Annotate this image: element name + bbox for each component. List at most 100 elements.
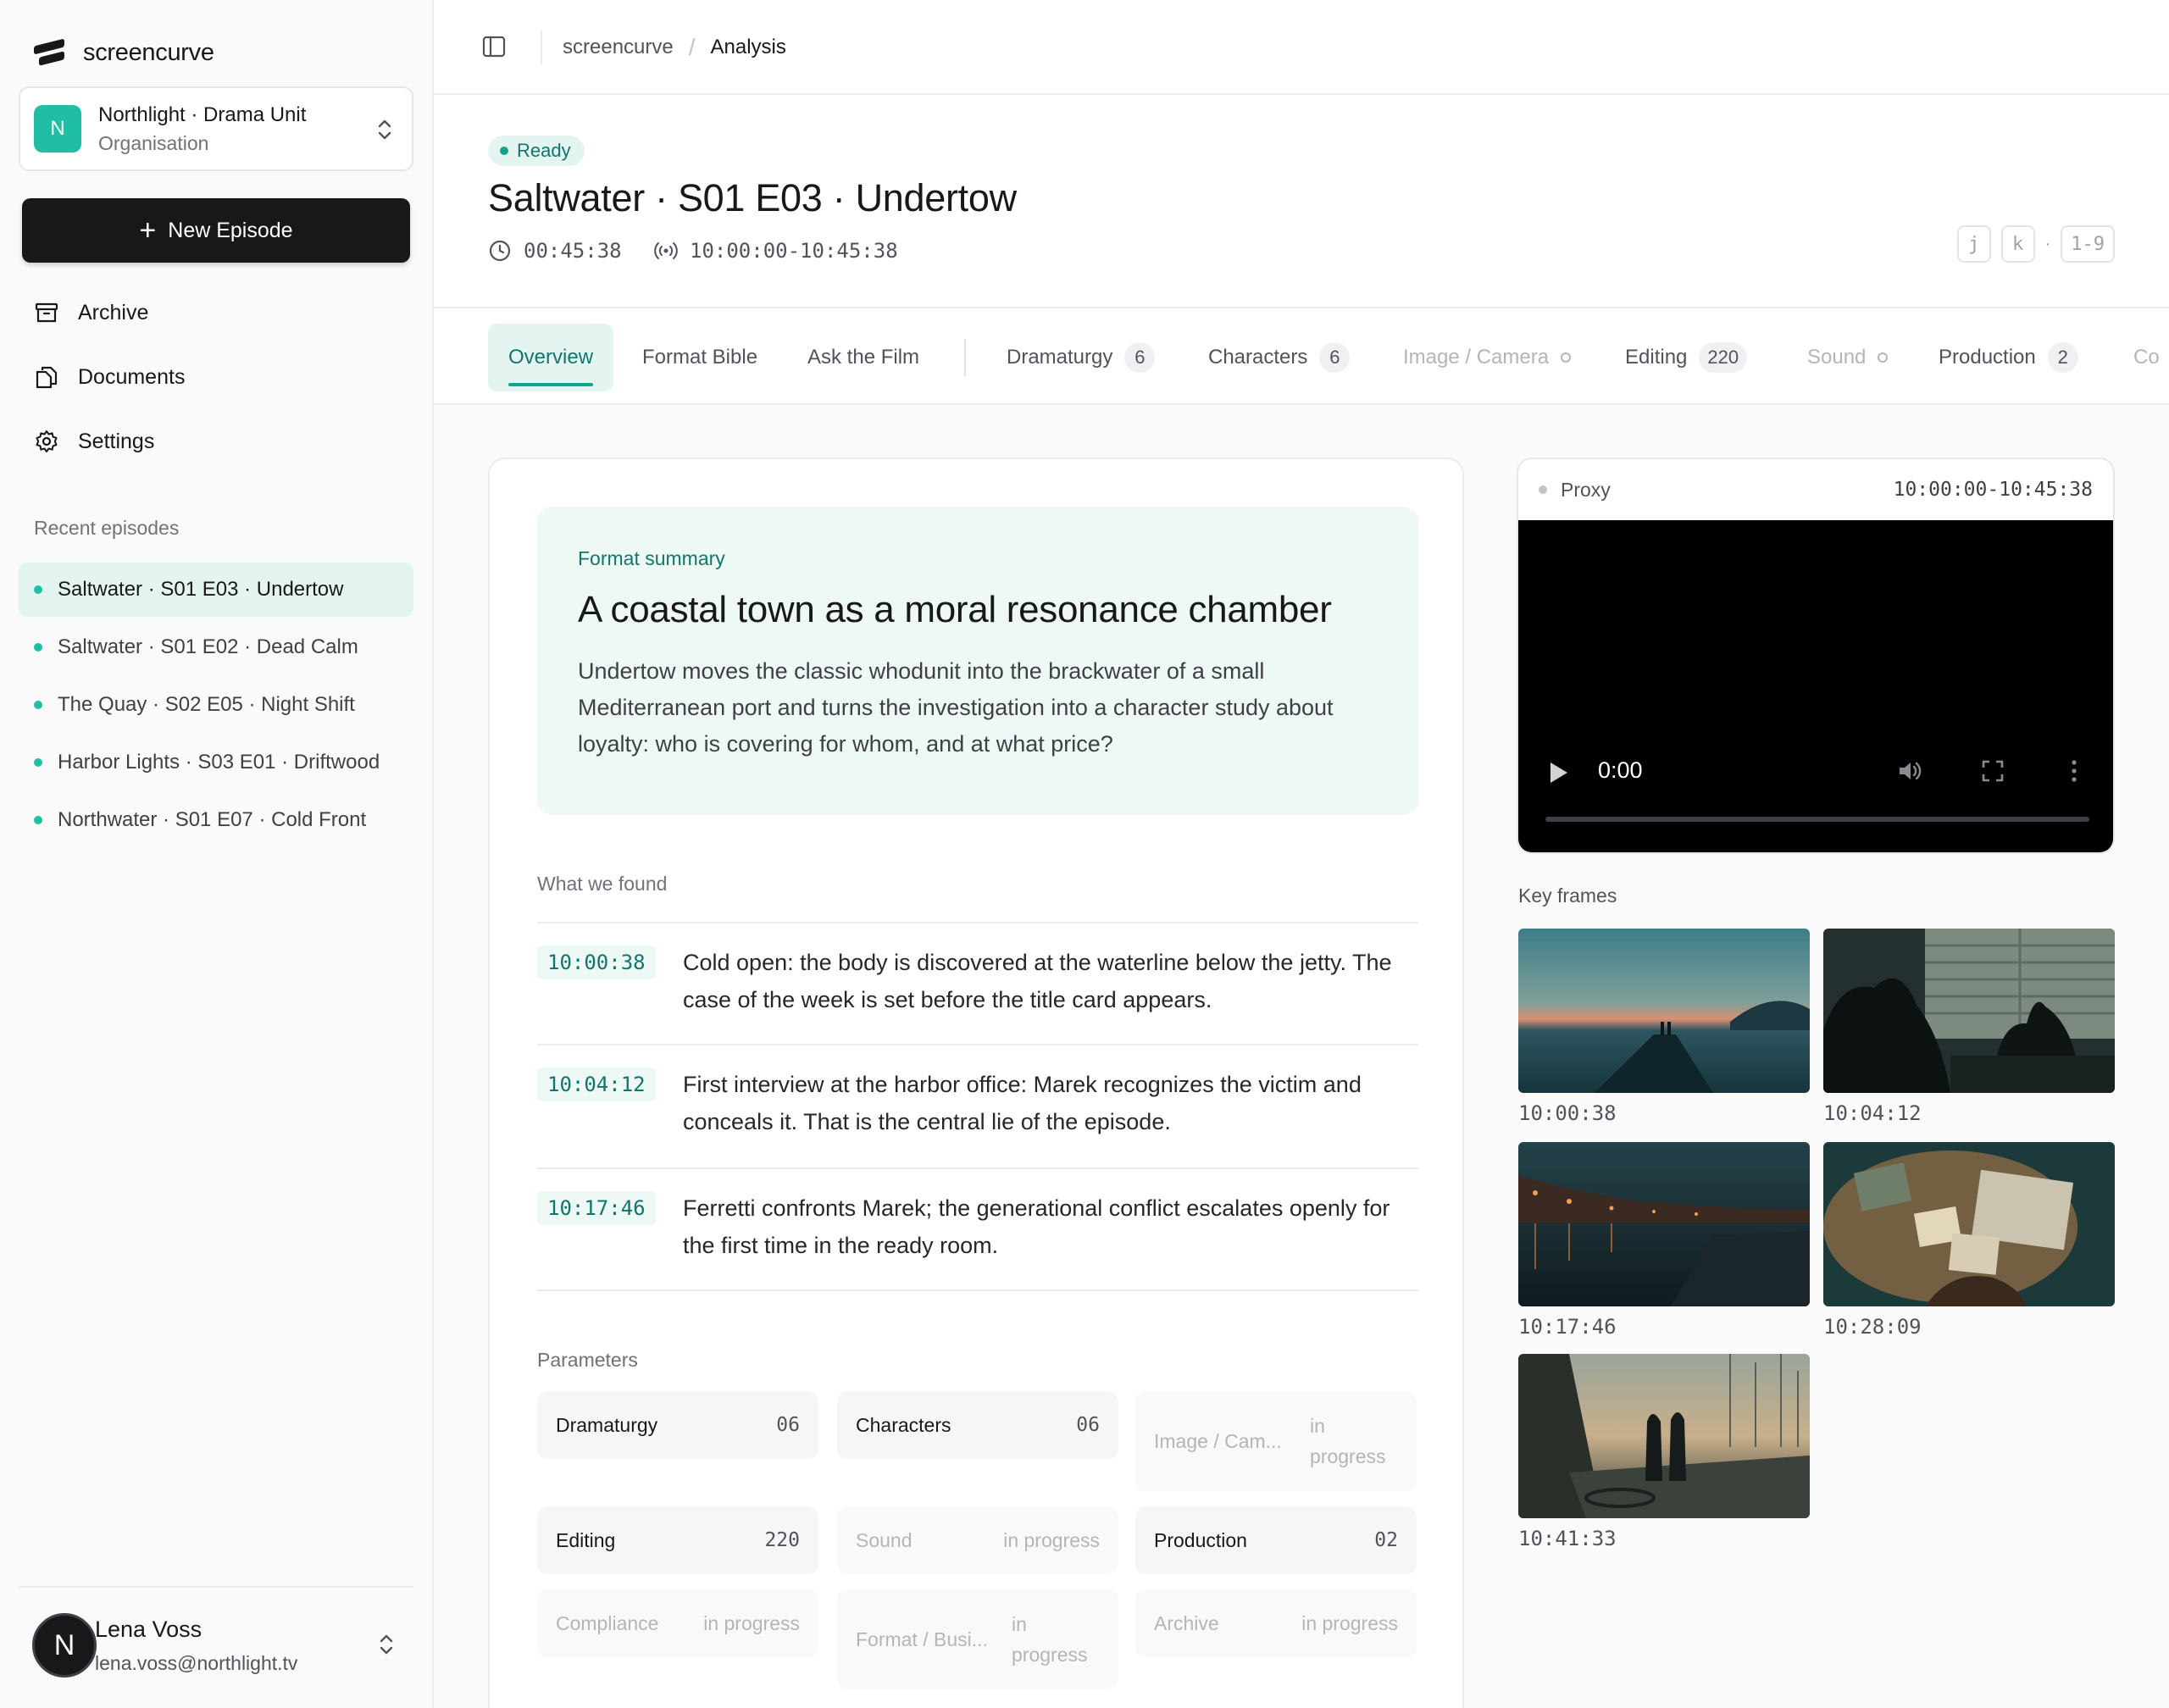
keyframes-heading: Key frames	[1518, 884, 1617, 907]
parameter-archive[interactable]: Archive in progress	[1135, 1589, 1417, 1657]
tab-label: Production	[1939, 346, 2036, 369]
volume-icon[interactable]	[1896, 757, 1923, 785]
tab-image-camera[interactable]: Image / Camera	[1403, 324, 1572, 391]
parameter-label: Dramaturgy	[556, 1413, 658, 1436]
tab-format-bible[interactable]: Format Bible	[642, 324, 757, 391]
tab-bar: Overview Format Bible Ask the Film Drama…	[434, 307, 2169, 405]
parameter-value: 220	[764, 1529, 800, 1551]
breadcrumb-root[interactable]: screencurve	[563, 36, 674, 59]
finding-text: Cold open: the body is discovered at the…	[683, 950, 1392, 1012]
parameter-value: in progress	[703, 1611, 800, 1634]
org-name: Northlight · Drama Unit	[98, 103, 307, 126]
episode-duration: 00:45:38	[524, 239, 622, 263]
user-avatar: N	[32, 1613, 97, 1678]
parameter-characters[interactable]: Characters 06	[837, 1391, 1118, 1459]
recent-episode-item[interactable]: Northwater · S01 E07 · Cold Front	[19, 793, 413, 847]
parameter-sound[interactable]: Sound in progress	[837, 1506, 1118, 1574]
user-name: Lena Voss	[95, 1616, 202, 1642]
recent-episode-item[interactable]: The Quay · S02 E05 · Night Shift	[19, 678, 413, 732]
proxy-player: Proxy 10:00:00-10:45:38 0:00	[1517, 458, 2115, 854]
sidebar: screencurve N Northlight · Drama Unit Or…	[0, 0, 434, 1708]
keyframe-timecode: 10:28:09	[1823, 1315, 1922, 1339]
broadcast-icon	[654, 242, 678, 259]
parameter-label: Characters	[856, 1413, 951, 1436]
finding-row[interactable]: 10:17:46 Ferretti confronts Marek; the g…	[537, 1167, 1418, 1289]
sidebar-toggle-icon[interactable]	[481, 34, 507, 59]
video-progress-bar[interactable]	[1545, 817, 2089, 822]
keyframe-thumbnail[interactable]	[1518, 929, 1810, 1093]
night-harbor-image	[1518, 1142, 1810, 1306]
parameter-image-camera[interactable]: Image / Cam... in progress	[1135, 1391, 1417, 1491]
summary-body: Undertow moves the classic whodunit into…	[578, 658, 1334, 757]
nav-settings[interactable]: Settings	[34, 429, 154, 454]
keyframe-timecode: 10:41:33	[1518, 1527, 1617, 1550]
nav-documents[interactable]: Documents	[34, 364, 185, 390]
recent-episode-label: Saltwater · S01 E03 · Undertow	[58, 578, 344, 601]
tab-editing[interactable]: Editing 220	[1625, 324, 1748, 391]
recent-episode-item[interactable]: Saltwater · S01 E03 · Undertow	[19, 563, 413, 617]
divider	[541, 30, 542, 64]
keyframe-thumbnail[interactable]	[1518, 1354, 1810, 1518]
status-dot	[1539, 485, 1547, 494]
video-surface[interactable]: 0:00	[1518, 520, 2113, 852]
parameter-label: Sound	[856, 1528, 913, 1551]
shortcut-key: k	[2000, 225, 2035, 263]
brand-name: screencurve	[83, 39, 214, 66]
timecode-meta: 10:00:00-10:45:38	[654, 239, 898, 263]
tab-characters[interactable]: Characters 6	[1208, 324, 1351, 391]
tab-sound[interactable]: Sound	[1807, 324, 1889, 391]
parameter-value: in progress	[1301, 1611, 1398, 1634]
recent-episode-item[interactable]: Saltwater · S01 E02 · Dead Calm	[19, 620, 413, 674]
tab-count-badge: 220	[1699, 342, 1748, 373]
finding-row[interactable]: 10:00:38 Cold open: the body is discover…	[537, 922, 1418, 1045]
status-label: Ready	[517, 140, 571, 161]
parameter-label: Compliance	[556, 1611, 659, 1634]
player-header: Proxy 10:00:00-10:45:38	[1518, 459, 2113, 520]
new-episode-label: New Episode	[168, 218, 293, 242]
nav-archive[interactable]: Archive	[34, 300, 148, 325]
recent-episode-item[interactable]: Harbor Lights · S03 E01 · Driftwood	[19, 735, 413, 790]
play-icon[interactable]	[1550, 762, 1567, 783]
tab-production[interactable]: Production 2	[1939, 324, 2078, 391]
more-options-icon[interactable]	[2061, 757, 2088, 785]
keyframe-thumbnail[interactable]	[1823, 1142, 2115, 1306]
finding-timecode[interactable]: 10:00:38	[537, 946, 656, 979]
tab-label: Image / Camera	[1403, 346, 1550, 369]
parameters-heading: Parameters	[537, 1349, 638, 1371]
new-episode-button[interactable]: + New Episode	[22, 198, 410, 263]
brand[interactable]: screencurve	[34, 38, 214, 67]
tab-count-badge: 6	[1319, 342, 1351, 373]
finding-timecode[interactable]: 10:17:46	[537, 1191, 656, 1225]
parameter-dramaturgy[interactable]: Dramaturgy 06	[537, 1391, 818, 1459]
status-badge: Ready	[488, 136, 585, 166]
boat-deck-figures-image	[1518, 1354, 1810, 1518]
tab-label: Ask the Film	[807, 346, 920, 369]
org-switcher[interactable]: N Northlight · Drama Unit Organisation	[19, 86, 413, 171]
tab-dramaturgy[interactable]: Dramaturgy 6	[1007, 324, 1156, 391]
parameter-production[interactable]: Production 02	[1135, 1506, 1417, 1574]
keyframe-thumbnail[interactable]	[1823, 929, 2115, 1093]
chevron-updown-icon	[378, 119, 391, 140]
parameter-format-business[interactable]: Format / Busi... in progress	[837, 1589, 1118, 1689]
parameter-compliance[interactable]: Compliance in progress	[537, 1589, 818, 1657]
tab-compliance[interactable]: Co	[2133, 324, 2160, 391]
tab-ask-the-film[interactable]: Ask the Film	[807, 324, 919, 391]
video-time: 0:00	[1598, 757, 1643, 783]
parameter-value: in progress	[1012, 1613, 1088, 1666]
finding-text: Ferretti confronts Marek; the generation…	[683, 1195, 1390, 1258]
parameter-value: 02	[1374, 1529, 1398, 1551]
parameter-label: Image / Cam...	[1154, 1429, 1282, 1452]
tab-overview[interactable]: Overview	[488, 324, 614, 391]
finding-timecode[interactable]: 10:04:12	[537, 1068, 656, 1101]
format-summary: Format summary A coastal town as a moral…	[537, 507, 1418, 815]
fullscreen-icon[interactable]	[1979, 757, 2006, 785]
overview-card: Format summary A coastal town as a moral…	[488, 458, 1464, 1708]
dusk-jetty-image	[1518, 929, 1810, 1093]
finding-row[interactable]: 10:04:12 First interview at the harbor o…	[537, 1044, 1418, 1167]
clock-icon	[489, 240, 511, 262]
keyframe-thumbnail[interactable]	[1518, 1142, 1810, 1306]
tab-divider	[964, 339, 966, 376]
parameter-editing[interactable]: Editing 220	[537, 1506, 818, 1574]
user-menu[interactable]: N Lena Voss lena.voss@northlight.tv	[19, 1586, 413, 1688]
pending-icon	[1561, 352, 1572, 363]
